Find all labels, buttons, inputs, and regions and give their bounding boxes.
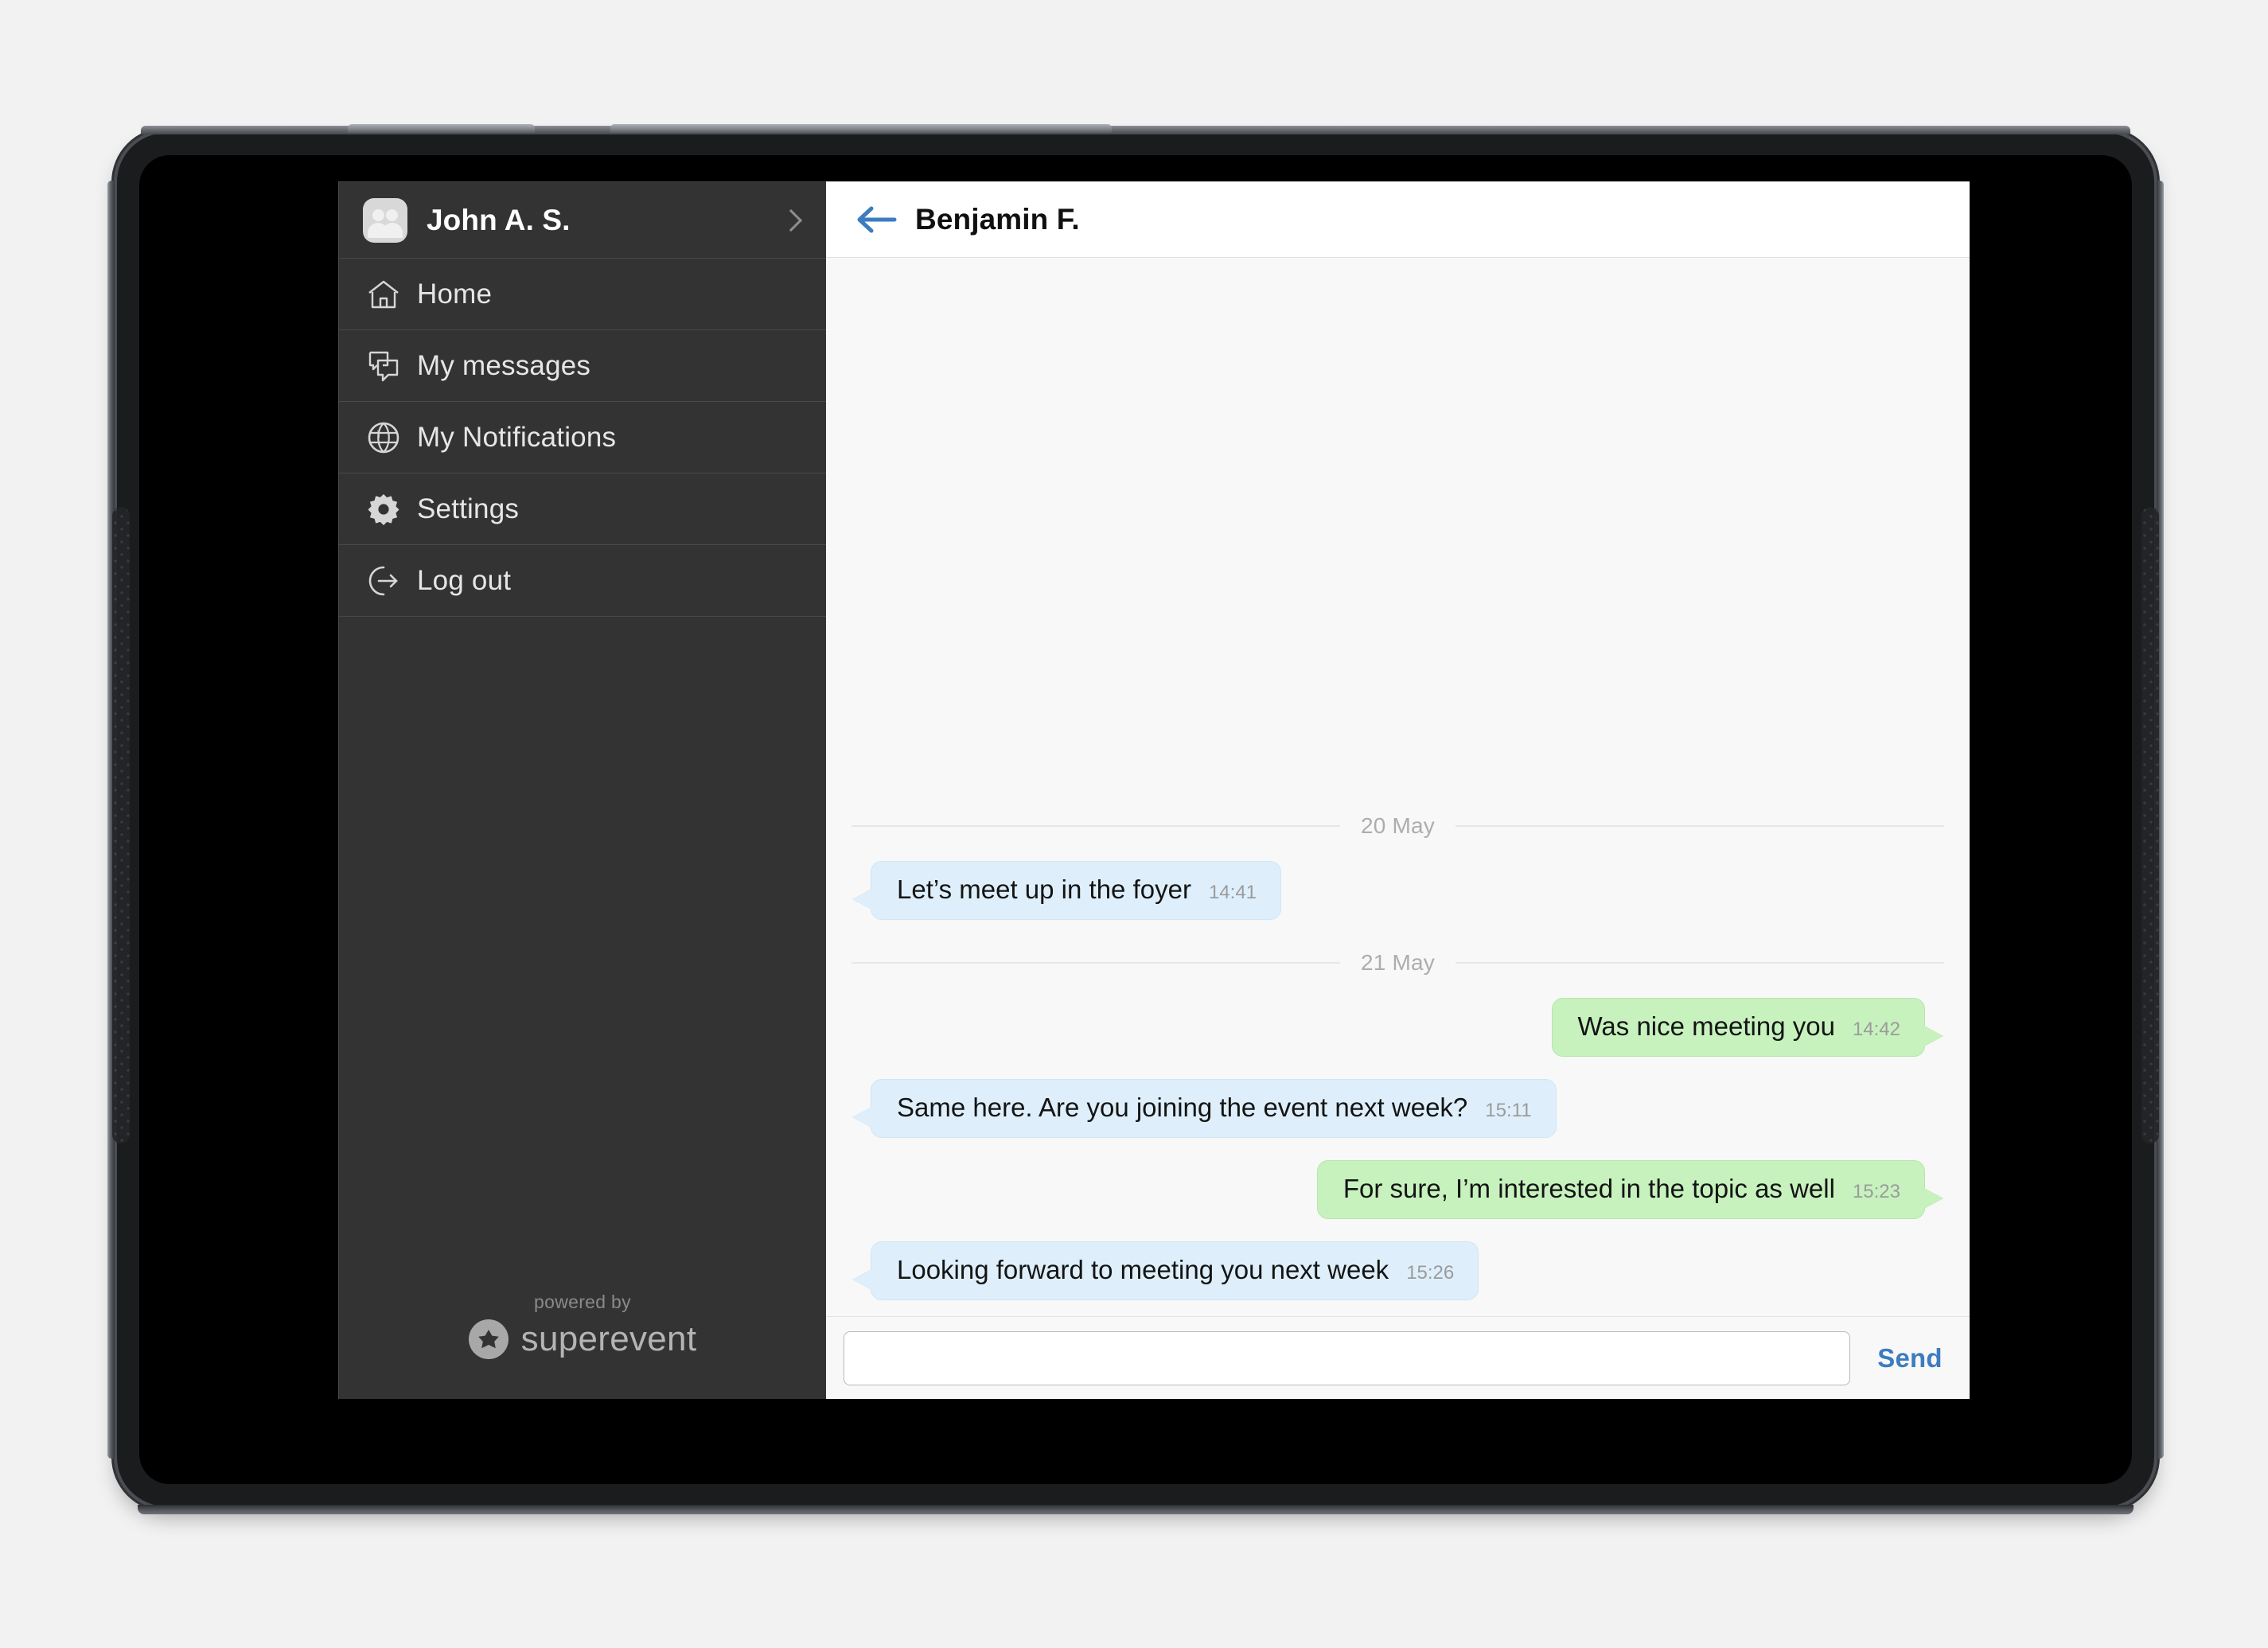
sidebar-item-home[interactable]: Home: [339, 259, 826, 330]
date-separator-line: [851, 825, 1340, 827]
people-avatar-icon: [363, 197, 407, 243]
message-row: Let’s meet up in the foyer 14:41: [851, 861, 1944, 920]
date-separator-label: 21 May: [1360, 950, 1436, 975]
message-bubble-incoming[interactable]: Let’s meet up in the foyer 14:41: [871, 861, 1282, 920]
message-time: 15:23: [1852, 1181, 1900, 1202]
sidebar-item-label: My messages: [417, 349, 591, 381]
message-time: 15:26: [1406, 1262, 1455, 1284]
logout-icon: [364, 562, 403, 600]
home-icon: [364, 275, 403, 314]
message-row: Looking forward to meeting you next week…: [851, 1241, 1944, 1300]
message-time: 14:41: [1208, 882, 1257, 903]
chat-title: Benjamin F.: [915, 202, 1080, 236]
powered-by-label: powered by: [534, 1292, 631, 1312]
chat-message-list[interactable]: 20 May Let’s meet up in the foyer 14:41: [826, 258, 1970, 1316]
message-bubble-incoming[interactable]: Looking forward to meeting you next week…: [871, 1241, 1479, 1300]
sidebar-footer: powered by superevent: [339, 1292, 826, 1399]
message-row: For sure, I’m interested in the topic as…: [851, 1160, 1944, 1219]
app-window: John A. S. Home My messages My Notificat…: [338, 181, 1970, 1399]
message-text: Looking forward to meeting you next week: [897, 1255, 1389, 1284]
date-separator-line: [1455, 825, 1944, 827]
message-input[interactable]: [844, 1330, 1850, 1385]
device-bottom-edge: [138, 1505, 2134, 1514]
sidebar-profile-row[interactable]: John A. S.: [339, 182, 826, 259]
device-screen: John A. S. Home My messages My Notificat…: [139, 155, 2132, 1484]
message-row: Was nice meeting you 14:42: [851, 998, 1944, 1057]
message-text: Same here. Are you joining the event nex…: [897, 1093, 1468, 1122]
star-badge-icon: [468, 1319, 509, 1359]
globe-icon: [364, 419, 403, 457]
back-arrow-icon[interactable]: [855, 203, 898, 236]
message-bubble-incoming[interactable]: Same here. Are you joining the event nex…: [871, 1079, 1557, 1138]
message-row: Same here. Are you joining the event nex…: [851, 1079, 1944, 1138]
date-separator-line: [1455, 962, 1944, 964]
gear-icon: [364, 490, 403, 528]
device-top-notch-b: [610, 124, 1112, 133]
sidebar-item-label: Settings: [417, 493, 520, 524]
sidebar-item-label: Home: [417, 278, 493, 310]
message-text: For sure, I’m interested in the topic as…: [1342, 1174, 1835, 1203]
sidebar-item-log-out[interactable]: Log out: [339, 545, 826, 617]
message-time: 14:42: [1852, 1019, 1900, 1040]
message-bubble-outgoing[interactable]: Was nice meeting you 14:42: [1551, 998, 1925, 1057]
sidebar: John A. S. Home My messages My Notificat…: [338, 181, 826, 1399]
device-top-notch-a: [348, 124, 535, 133]
date-separator-label: 20 May: [1360, 813, 1436, 838]
message-text: Let’s meet up in the foyer: [897, 875, 1191, 904]
brand-logo[interactable]: superevent: [339, 1319, 826, 1359]
speaker-grille-left: [112, 507, 130, 1143]
sidebar-profile-name: John A. S.: [427, 203, 571, 236]
sidebar-item-my-messages[interactable]: My messages: [339, 330, 826, 402]
brand-name: superevent: [520, 1319, 697, 1358]
send-button[interactable]: Send: [1850, 1343, 1970, 1373]
date-separator: 21 May: [851, 950, 1944, 976]
device-stage: John A. S. Home My messages My Notificat…: [0, 0, 2268, 1648]
chat-header: Benjamin F.: [826, 181, 1970, 258]
date-separator-line: [851, 962, 1340, 964]
message-bubble-outgoing[interactable]: For sure, I’m interested in the topic as…: [1316, 1160, 1925, 1219]
chat-panel: Benjamin F. 20 May Let’s meet up in the …: [826, 181, 1970, 1399]
date-separator: 20 May: [851, 813, 1944, 839]
message-time: 15:11: [1485, 1100, 1532, 1121]
sidebar-item-my-notifications[interactable]: My Notifications: [339, 402, 826, 473]
chevron-right-icon[interactable]: [779, 208, 803, 232]
tablet-device: John A. S. Home My messages My Notificat…: [107, 124, 2164, 1514]
sidebar-item-settings[interactable]: Settings: [339, 473, 826, 545]
sidebar-item-label: My Notifications: [417, 421, 617, 453]
message-text: Was nice meeting you: [1577, 1011, 1835, 1041]
sidebar-nav-list: Home My messages My Notifications Settin…: [339, 259, 826, 617]
message-composer: Send: [826, 1316, 1970, 1399]
speaker-grille-right: [2141, 507, 2159, 1143]
sidebar-item-label: Log out: [417, 564, 512, 596]
messages-icon: [364, 347, 403, 385]
